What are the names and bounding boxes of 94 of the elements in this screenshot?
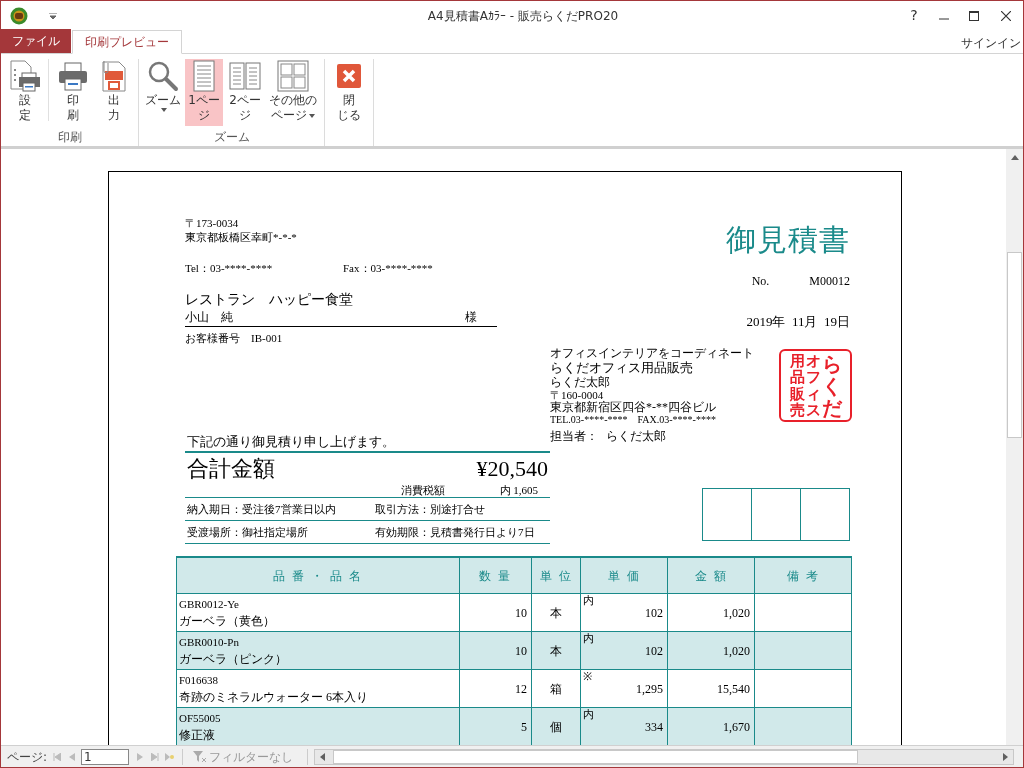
new-record-icon[interactable] <box>165 752 175 761</box>
ribbon-group-label: ズーム <box>213 129 250 146</box>
customer-address: 東京都板橋区幸町*-*-* <box>185 230 298 244</box>
ribbon-tab[interactable]: 印刷プレビュー <box>72 30 182 54</box>
file-menu-button[interactable]: ファイル <box>1 29 71 53</box>
caret-icon <box>161 108 167 112</box>
scroll-up-icon[interactable] <box>1010 155 1019 160</box>
ribbon-button[interactable]: 印 刷 <box>54 59 92 126</box>
intro-text: 下記の通り御見積り申し上げます。 <box>187 433 396 451</box>
ribbon-button[interactable]: 1ペー ジ <box>185 59 223 126</box>
issuer-address: 東京都新宿区四谷*-**四谷ビル <box>550 401 717 414</box>
honorific: 様 <box>465 309 477 326</box>
term-text: 取引方法：別途打合せ <box>375 501 485 517</box>
term-text: 有効期限：見積書発行日より7日 <box>375 524 535 540</box>
next-page-icon[interactable] <box>137 752 144 761</box>
item-code: GBR0010-Pn <box>179 634 240 650</box>
issuer-company: らくだオフィス用品販売 <box>550 360 694 375</box>
issuer-fax: FAX.03-****-**** <box>637 414 716 426</box>
ribbon-button[interactable]: その他の ページ <box>267 59 319 126</box>
total-label: 合計金額 <box>187 455 275 483</box>
customer-number: お客様番号 IB-001 <box>185 331 284 345</box>
filter-status: フィルターなし <box>209 748 294 766</box>
ribbon-button[interactable]: 閉 じる <box>330 59 368 127</box>
item-code: OF55005 <box>179 710 222 726</box>
staff-name: らくだ太郎 <box>606 428 666 444</box>
sign-in-link[interactable]: サインイン <box>961 34 1021 52</box>
approval-box <box>800 488 850 541</box>
ribbon-group-label: 印刷 <box>57 129 82 146</box>
quick-access-menu-icon[interactable] <box>49 12 57 19</box>
staff-label: 担当者： <box>550 428 598 444</box>
previous-page-icon[interactable] <box>69 752 76 761</box>
unit-price: 1,295 <box>636 680 663 698</box>
scroll-thumb[interactable] <box>1007 252 1022 438</box>
ribbon-button[interactable]: 出 力 <box>95 59 133 126</box>
customer-name: 小山 純 <box>185 309 233 326</box>
approval-box <box>702 488 752 541</box>
ribbon-button[interactable]: 設 定 <box>6 59 44 126</box>
horizontal-scrollbar[interactable] <box>314 748 1015 765</box>
unit-price: 102 <box>645 642 663 660</box>
customer-company: レストラン ハッピー食堂 <box>185 291 354 309</box>
window-title: A4見積書Aｶﾗｰ - 販売らくだPRO20 <box>426 7 620 25</box>
term-text: 納入期日：受注後7営業日以内 <box>187 501 337 517</box>
tax-amount: 内 1,605 <box>499 483 538 497</box>
filter-icon <box>193 750 208 763</box>
ribbon-button[interactable]: 2ペー ジ <box>226 59 264 126</box>
estimate-number: M00012 <box>809 274 850 289</box>
close-icon[interactable] <box>1001 10 1011 21</box>
item-code: GBR0012-Ye <box>179 596 240 612</box>
tax-mark: 内 <box>583 632 594 644</box>
page-number-field[interactable]: 1 <box>81 748 130 765</box>
tax-mark: ※ <box>583 670 592 682</box>
seal-text: 用品販売 <box>789 352 805 419</box>
scroll-left-icon[interactable] <box>320 752 326 761</box>
customer-phone: Tel：03-****-**** <box>185 261 274 275</box>
tax-mark: 内 <box>583 708 594 720</box>
document-title: 御見積書 <box>726 222 850 258</box>
multiple-pages-icon <box>276 59 310 93</box>
item-code: F016638 <box>179 672 220 688</box>
customer-fax: Fax：03-****-**** <box>343 261 433 275</box>
search-icon <box>146 59 180 93</box>
vertical-scrollbar[interactable] <box>1006 149 1023 745</box>
item-name: 修正液 <box>179 726 216 744</box>
issuer-postal-code: 〒160-0004 <box>550 389 605 401</box>
two-pages-icon <box>228 59 262 93</box>
tax-mark: 内 <box>583 594 594 606</box>
seal-text: らくだ <box>821 352 842 419</box>
caret-icon <box>309 113 315 118</box>
help-button[interactable]: ? <box>899 5 929 26</box>
printer-icon <box>56 59 90 93</box>
seal-text: オフィス <box>805 352 821 419</box>
last-page-icon[interactable] <box>151 752 160 761</box>
scroll-right-icon[interactable] <box>1003 752 1009 761</box>
item-name: ガーベラ（黄色） <box>179 612 276 630</box>
ribbon-button[interactable]: ズーム <box>144 59 182 126</box>
scroll-thumb[interactable] <box>333 749 859 764</box>
tax-label: 消費税額 <box>400 483 445 497</box>
customer-postal-code: 〒173-0034 <box>185 216 240 230</box>
issuer-person: らくだ太郎 <box>550 376 611 389</box>
approval-box <box>751 488 801 541</box>
item-name: ガーベラ（ピンク） <box>179 650 288 668</box>
issue-date: 2019年 11月 19日 <box>746 313 850 330</box>
item-name: 奇跡のミネラルウォーター 6本入り <box>179 688 369 706</box>
first-page-icon[interactable] <box>53 752 62 761</box>
issuer-tagline: オフィスインテリアをコーディネート <box>550 347 754 360</box>
issuer-phone: TEL.03-****-**** <box>550 414 628 426</box>
unit-price: 334 <box>645 718 663 736</box>
app-logo-icon[interactable] <box>10 6 28 25</box>
page-setup-icon <box>8 59 42 93</box>
unit-price: 102 <box>645 604 663 622</box>
maximize-icon[interactable] <box>969 10 979 21</box>
number-label: No. <box>751 274 770 289</box>
page-label: ページ: <box>7 748 48 766</box>
total-amount: ¥20,540 <box>476 455 548 483</box>
term-text: 受渡場所：御社指定場所 <box>187 524 309 540</box>
